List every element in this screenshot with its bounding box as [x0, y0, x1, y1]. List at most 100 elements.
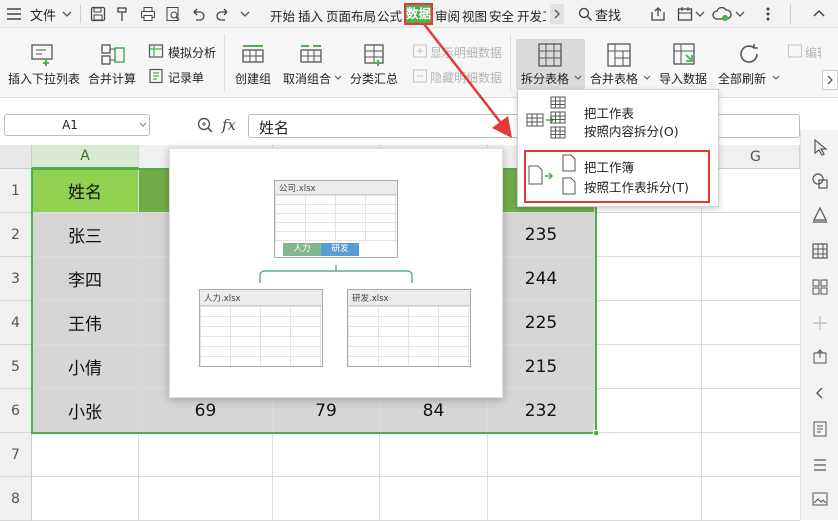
save-icon[interactable] [90, 6, 106, 22]
output-file-card-hr: 人力.xlsx [199, 289, 323, 367]
tab-developer[interactable]: 开发工 [517, 6, 546, 25]
output-file-name-rd: 研发.xlsx [352, 294, 389, 304]
gridline [701, 169, 702, 521]
record-sheet-button[interactable]: 记录单 [168, 69, 204, 86]
format-painter-icon[interactable] [115, 6, 131, 22]
split-by-worksheet-subtitle: 按照工作表拆分(T) [584, 180, 689, 195]
chevron-down-icon[interactable] [240, 10, 250, 18]
share-icon[interactable] [650, 6, 666, 22]
gridline [272, 433, 273, 521]
cloud-sync-icon[interactable] [712, 5, 732, 23]
column-header-a[interactable]: A [32, 145, 139, 169]
merge-calc-icon[interactable] [100, 42, 126, 68]
ungroup-icon[interactable] [298, 42, 324, 68]
more-options-icon[interactable] [760, 6, 776, 22]
import-data-icon[interactable] [672, 42, 698, 68]
simulate-analysis-button[interactable]: 模拟分析 [168, 44, 216, 61]
edit-link-button[interactable]: 编辑 [805, 44, 821, 61]
book-icon[interactable] [811, 420, 829, 438]
list-icon[interactable] [811, 456, 829, 474]
tab-formula[interactable]: 公式 [377, 6, 402, 25]
style-icon[interactable] [811, 206, 829, 224]
source-file-card: 公司.xlsx 人力 研发 [274, 180, 398, 258]
divider [80, 5, 81, 23]
more-tabs-button[interactable] [550, 4, 564, 24]
merge-calc-button[interactable]: 合并计算 [88, 70, 136, 87]
file-grid [275, 195, 397, 243]
create-group-button[interactable]: 创建组 [235, 70, 271, 87]
collapse-ribbon-icon[interactable] [812, 8, 826, 18]
search-label[interactable]: 查找 [595, 5, 621, 24]
fx-label[interactable]: fx [222, 116, 236, 134]
subtotal-icon[interactable] [362, 42, 388, 68]
merge-table-icon[interactable] [606, 42, 632, 68]
print-icon[interactable] [140, 6, 156, 22]
simulate-analysis-icon[interactable] [148, 43, 164, 59]
insert-dropdown-list-icon[interactable] [30, 42, 56, 68]
chevron-down-icon[interactable] [772, 75, 780, 81]
redo-icon[interactable] [215, 6, 231, 22]
row-header-2[interactable]: 2 [0, 213, 32, 257]
empty-cells-right[interactable] [595, 169, 800, 521]
ribbon-scroll-right-button[interactable] [822, 70, 838, 90]
calendar-icon[interactable] [677, 6, 693, 22]
divider [224, 34, 225, 92]
edit-link-icon[interactable] [787, 43, 803, 59]
gridline [138, 433, 139, 521]
fill-handle[interactable] [593, 430, 599, 436]
print-preview-icon[interactable] [165, 6, 181, 22]
image-icon[interactable] [811, 490, 829, 508]
split-by-worksheet-option[interactable]: 把工作簿 按照工作表拆分(T) [524, 150, 710, 203]
tab-insert[interactable]: 插入 [298, 6, 323, 25]
chevron-down-icon[interactable] [643, 75, 651, 81]
create-group-icon[interactable] [240, 42, 266, 68]
chevron-down-icon[interactable] [139, 122, 147, 128]
sheet-tab-rd: 研发 [321, 243, 359, 256]
output-file-name-hr: 人力.xlsx [204, 294, 241, 304]
row-header-8[interactable]: 8 [0, 477, 32, 521]
cross-icon[interactable] [811, 314, 829, 332]
split-by-content-option[interactable]: 把工作表 按照内容拆分(O) [518, 90, 718, 146]
chevron-down-icon[interactable] [574, 75, 582, 81]
merge-table-button[interactable]: 合并表格 [590, 70, 638, 87]
file-split-icon [528, 165, 562, 189]
tab-home[interactable]: 开始 [270, 6, 295, 25]
search-icon[interactable] [577, 6, 593, 22]
subtotal-button[interactable]: 分类汇总 [350, 70, 398, 87]
split-table-icon[interactable] [537, 42, 563, 68]
name-box[interactable]: A1 [4, 114, 150, 136]
row-header-5[interactable]: 5 [0, 345, 32, 389]
shapes-icon[interactable] [811, 172, 829, 190]
ungroup-button[interactable]: 取消组合 [283, 70, 331, 87]
row-header-1[interactable]: 1 [0, 169, 32, 213]
refresh-icon[interactable] [737, 42, 761, 66]
chevron-down-icon[interactable] [735, 10, 745, 18]
chevron-down-icon[interactable] [62, 10, 72, 18]
tab-page-layout[interactable]: 页面布局 [326, 6, 376, 25]
hamburger-icon[interactable] [6, 7, 22, 21]
row-header-4[interactable]: 4 [0, 301, 32, 345]
row-header-3[interactable]: 3 [0, 257, 32, 301]
export-icon[interactable] [811, 348, 829, 366]
output-file-card-rd: 研发.xlsx [347, 289, 471, 367]
chevron-left-icon[interactable] [811, 384, 829, 402]
record-sheet-icon[interactable] [148, 68, 164, 84]
table-icon[interactable] [811, 242, 829, 260]
refresh-all-button[interactable]: 全部刷新 [718, 70, 766, 87]
row-header-7[interactable]: 7 [0, 433, 32, 477]
import-data-button[interactable]: 导入数据 [659, 70, 707, 87]
zoom-function-icon[interactable] [196, 116, 214, 134]
chevron-down-icon[interactable] [695, 10, 705, 18]
chevron-down-icon[interactable] [334, 75, 342, 81]
row-header-6[interactable]: 6 [0, 389, 32, 433]
cursor-icon[interactable] [811, 138, 829, 156]
gridline [379, 433, 380, 521]
insert-dropdown-list-button[interactable]: 插入下拉列表 [8, 70, 80, 87]
file-menu[interactable]: 文件 [30, 5, 56, 24]
undo-icon[interactable] [190, 6, 206, 22]
select-all-corner[interactable] [0, 145, 32, 169]
empty-cells-bottom[interactable] [32, 433, 595, 521]
apps-icon[interactable] [811, 278, 829, 296]
split-by-content-subtitle: 按照内容拆分(O) [584, 124, 679, 139]
split-table-label[interactable]: 拆分表格 [521, 70, 569, 87]
